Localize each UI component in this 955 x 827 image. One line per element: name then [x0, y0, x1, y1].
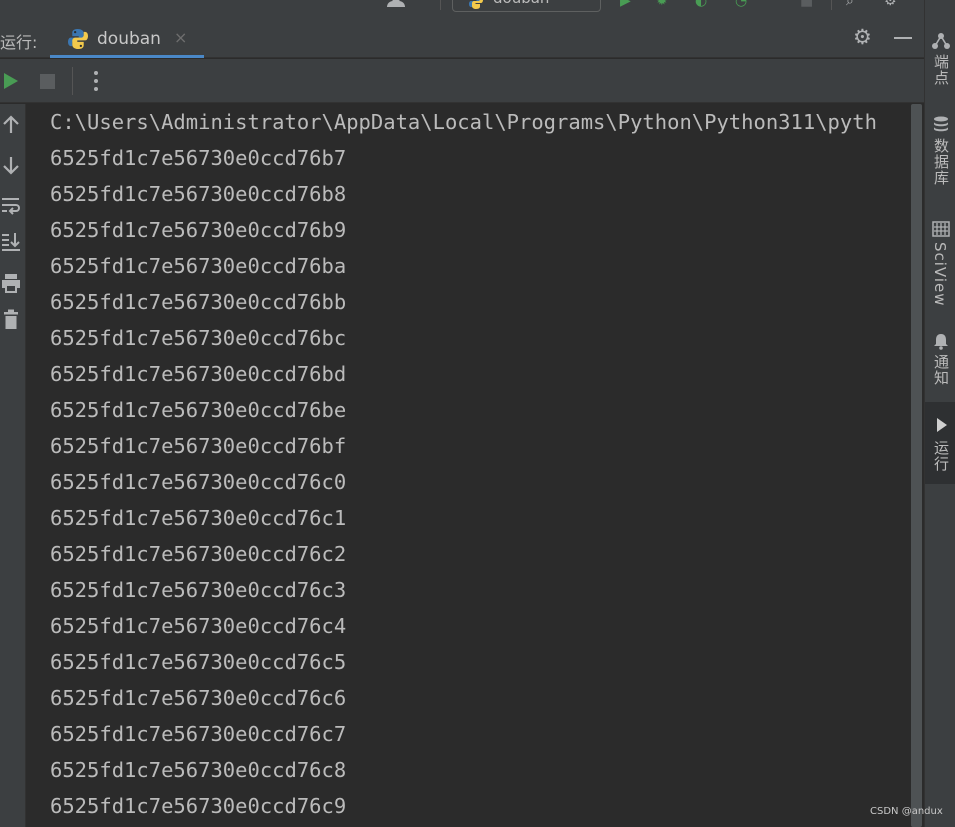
run-window-title: 运行: [0, 33, 38, 52]
close-icon[interactable]: × [174, 28, 187, 47]
console-output[interactable]: C:\Users\Administrator\AppData\Local\Pro… [26, 104, 910, 827]
chevron-down-icon: ▾ [577, 0, 583, 3]
stripe-database[interactable]: 数据库 [925, 110, 955, 196]
coverage-icon[interactable]: ◐ [695, 0, 707, 8]
run-config-selector[interactable]: douban ▾ [452, 0, 601, 12]
up-arrow-icon[interactable] [0, 114, 22, 136]
stripe-label: 端点 [932, 54, 950, 86]
stop-icon[interactable] [40, 74, 55, 89]
scroll-to-end-icon[interactable] [0, 230, 22, 252]
search-icon[interactable]: ⌕ [846, 0, 854, 8]
stripe-endpoints[interactable]: 端点 [925, 26, 955, 96]
run-config-label: douban [493, 0, 549, 7]
toolbar-divider [72, 67, 73, 95]
scrollbar-thumb[interactable] [911, 104, 922, 827]
more-icon[interactable] [94, 71, 98, 91]
debug-icon[interactable]: ✹ [656, 0, 668, 8]
tab-label: douban [97, 29, 161, 49]
run-window-header: 运行: douban × ⚙ [0, 16, 924, 58]
console-line: 6525fd1c7e56730e0ccd76b7 [50, 146, 347, 170]
stripe-label: 数据库 [932, 138, 950, 186]
console-actions-gutter [0, 104, 26, 827]
right-tool-stripe: 端点 数据库 SciView 通知 运行 [924, 0, 955, 827]
rerun-icon[interactable] [4, 73, 18, 89]
stripe-notifications[interactable]: 通知 [925, 326, 955, 394]
console-line: 6525fd1c7e56730e0ccd76bb [50, 290, 347, 314]
console-line: 6525fd1c7e56730e0ccd76bf [50, 434, 347, 458]
toolbar-divider [831, 0, 832, 10]
endpoints-icon [932, 33, 950, 49]
stripe-run[interactable]: 运行 [925, 402, 955, 484]
console-line: 6525fd1c7e56730e0ccd76c8 [50, 758, 347, 782]
settings-icon[interactable]: ⚙ [884, 0, 897, 8]
stripe-label: SciView [931, 242, 949, 307]
console-line: 6525fd1c7e56730e0ccd76b9 [50, 218, 347, 242]
vertical-scrollbar[interactable] [910, 104, 924, 827]
console-line: 6525fd1c7e56730e0ccd76be [50, 398, 347, 422]
console-line: 6525fd1c7e56730e0ccd76c5 [50, 650, 347, 674]
console-line: 6525fd1c7e56730e0ccd76c7 [50, 722, 347, 746]
python-icon [469, 0, 483, 9]
stop-icon[interactable]: ■ [800, 0, 813, 8]
down-arrow-icon[interactable] [0, 154, 22, 176]
console-line: 6525fd1c7e56730e0ccd76bc [50, 326, 347, 350]
console-line: 6525fd1c7e56730e0ccd76c4 [50, 614, 347, 638]
run-toolbar [0, 59, 924, 103]
database-icon [934, 116, 948, 132]
trash-icon[interactable] [0, 308, 22, 330]
console-line: 6525fd1c7e56730e0ccd76c0 [50, 470, 347, 494]
run-icon [937, 418, 947, 432]
run-icon[interactable]: ▶ [620, 0, 631, 8]
print-icon[interactable] [0, 272, 22, 294]
active-tab-indicator [50, 55, 204, 58]
gear-icon[interactable]: ⚙ [853, 26, 872, 48]
user-icon[interactable] [386, 0, 408, 8]
console-line: 6525fd1c7e56730e0ccd76b8 [50, 182, 347, 206]
profile-icon[interactable]: ◔ [735, 0, 747, 8]
stripe-label: 运行 [932, 440, 950, 472]
console-line: 6525fd1c7e56730e0ccd76c9 [50, 794, 347, 818]
stripe-sciview[interactable]: SciView [925, 214, 955, 310]
soft-wrap-icon[interactable] [0, 194, 22, 216]
bell-icon [934, 334, 948, 350]
main-toolbar: douban ▾ ▶ ✹ ◐ ◔ ■ ⌕ ⚙ [0, 0, 924, 16]
stripe-label: 通知 [932, 354, 950, 386]
python-icon [68, 29, 88, 49]
sciview-icon [932, 221, 950, 237]
console-line: 6525fd1c7e56730e0ccd76bd [50, 362, 347, 386]
minimize-icon[interactable] [894, 37, 912, 39]
watermark: CSDN @andux [870, 806, 943, 817]
console-command-line: C:\Users\Administrator\AppData\Local\Pro… [50, 110, 877, 134]
tab-douban[interactable]: douban × [50, 16, 204, 58]
console-line: 6525fd1c7e56730e0ccd76c1 [50, 506, 347, 530]
console-line: 6525fd1c7e56730e0ccd76ba [50, 254, 347, 278]
toolbar-divider [440, 0, 441, 10]
console-line: 6525fd1c7e56730e0ccd76c3 [50, 578, 347, 602]
console-line: 6525fd1c7e56730e0ccd76c2 [50, 542, 347, 566]
console-line: 6525fd1c7e56730e0ccd76c6 [50, 686, 347, 710]
